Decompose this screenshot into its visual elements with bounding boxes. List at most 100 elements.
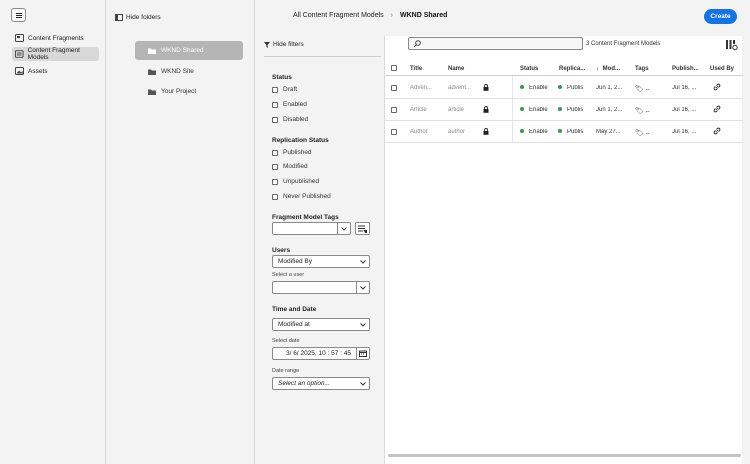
- column-header-name[interactable]: Name: [448, 66, 464, 72]
- table-row[interactable]: Author author Enable Publis May 27... 🏷︎…: [385, 121, 743, 143]
- checkbox-label: Draft: [283, 86, 298, 93]
- folder-panel: Hide folders WKND Shared WKND Site Your …: [107, 0, 255, 464]
- nav-item-content-fragment-models[interactable]: Content Fragment Models: [12, 47, 99, 61]
- status-enabled-checkbox[interactable]: Enabled: [272, 101, 307, 108]
- replication-text: Publis: [567, 107, 584, 113]
- cell-published: Jul 16, ...: [672, 85, 697, 91]
- chevron-down-icon: [356, 256, 369, 267]
- column-header-used-by[interactable]: Used By: [710, 66, 734, 72]
- column-header-title[interactable]: Title: [410, 66, 422, 72]
- cell-tags: 🏷︎ --: [635, 107, 665, 115]
- calendar-icon[interactable]: [356, 348, 369, 359]
- nav-item-label: Content Fragments: [28, 34, 84, 42]
- status-draft-checkbox[interactable]: Draft: [272, 86, 297, 93]
- models-table-area: 3 Content Fragment Models Title Name Sta…: [384, 36, 743, 464]
- cell-modified: Jun 1, 2...: [596, 107, 623, 113]
- chevron-down-icon: [337, 223, 350, 234]
- select-value: Modified By: [278, 258, 312, 265]
- replication-filter-title: Replication Status: [272, 137, 329, 144]
- cell-status: Enable: [520, 107, 548, 113]
- breadcrumb-parent[interactable]: All Content Fragment Models: [293, 12, 384, 19]
- column-settings-icon[interactable]: [725, 39, 738, 51]
- replication-published-checkbox[interactable]: Published: [272, 149, 312, 156]
- checkbox-label: Unpublished: [283, 178, 320, 185]
- menu-toggle-button[interactable]: [11, 8, 26, 22]
- time-modified-at-select[interactable]: Modified at: [272, 318, 370, 331]
- column-header-status[interactable]: Status: [520, 66, 538, 72]
- breadcrumb-separator: ›: [390, 12, 393, 19]
- cell-replication: Publis: [558, 85, 586, 91]
- column-header-tags[interactable]: Tags: [635, 66, 649, 72]
- tags-text: --: [645, 87, 650, 93]
- column-label: Mod...: [602, 66, 621, 72]
- column-header-replication[interactable]: Replica...: [559, 66, 585, 72]
- checkbox-label: Published: [283, 149, 312, 156]
- select-placeholder: Select an option...: [278, 380, 331, 387]
- users-filter-title: Users: [272, 247, 291, 254]
- sort-down-icon: ↓: [596, 66, 599, 72]
- tag-picker-button[interactable]: [355, 222, 370, 235]
- horizontal-scrollbar[interactable]: [388, 454, 741, 457]
- link-icon[interactable]: [713, 83, 721, 91]
- row-checkbox[interactable]: [391, 85, 397, 91]
- checkbox-label: Enabled: [283, 101, 307, 108]
- select-date-label: Select date: [272, 338, 300, 344]
- tags-select[interactable]: [272, 222, 351, 235]
- status-disabled-checkbox[interactable]: Disabled: [272, 116, 308, 123]
- cell-tags: 🏷︎ --: [635, 129, 665, 137]
- hide-filters-button[interactable]: Hide filters: [264, 41, 304, 48]
- nav-item-content-fragments[interactable]: Content Fragments: [12, 31, 99, 45]
- breadcrumb: All Content Fragment Models › WKND Share…: [293, 12, 447, 19]
- assets-icon: [15, 67, 24, 75]
- folder-item-wknd-shared[interactable]: WKND Shared: [135, 41, 243, 60]
- filter-divider: [264, 56, 381, 57]
- folder-icon: [148, 69, 156, 75]
- date-input[interactable]: 3/ 6/ 2025, 10 : 57 : 45: [272, 347, 370, 360]
- cell-replication: Publis: [558, 129, 586, 135]
- checkbox-label: Never Published: [283, 193, 331, 200]
- table-row[interactable]: Article article Enable Publis Jun 1, 2..…: [385, 99, 743, 121]
- cell-title: Adven...: [410, 85, 433, 91]
- users-modified-by-select[interactable]: Modified By: [272, 255, 370, 268]
- table-header: Title Name Status Replica... ↓ Mod... Ta…: [385, 62, 743, 76]
- column-header-published[interactable]: Publish...: [672, 66, 699, 72]
- row-checkbox[interactable]: [391, 129, 397, 135]
- cell-status: Enable: [520, 129, 548, 135]
- tags-filter-title: Fragment Model Tags: [272, 214, 339, 221]
- column-header-modified[interactable]: ↓ Mod...: [596, 66, 620, 72]
- table-row[interactable]: Adven... advent... Enable Publis Jun 1, …: [385, 77, 743, 99]
- breadcrumb-current: WKND Shared: [400, 12, 448, 19]
- folder-item-your-project[interactable]: Your Project: [135, 82, 243, 101]
- left-navigation: Content Fragments Content Fragment Model…: [0, 0, 106, 464]
- tag-list-icon: [358, 225, 367, 233]
- user-select[interactable]: [272, 281, 370, 294]
- replication-modified-checkbox[interactable]: Modified: [272, 163, 308, 170]
- create-button[interactable]: Create: [704, 9, 737, 24]
- folder-item-wknd-site[interactable]: WKND Site: [135, 62, 243, 81]
- folder-icon: [148, 48, 156, 54]
- cell-title: Article: [410, 107, 427, 113]
- tags-text: --: [645, 109, 650, 115]
- link-icon[interactable]: [713, 105, 721, 113]
- tag-icon: 🏷︎: [635, 86, 644, 93]
- cell-name: author: [448, 129, 466, 135]
- hide-folders-button[interactable]: Hide folders: [115, 14, 161, 21]
- date-range-select[interactable]: Select an option...: [272, 377, 370, 390]
- cell-replication: Publis: [558, 107, 586, 113]
- link-icon[interactable]: [713, 127, 721, 135]
- select-all-checkbox[interactable]: [391, 65, 397, 71]
- cell-name: advent...: [448, 85, 472, 91]
- content-fragments-icon: [15, 34, 24, 42]
- tags-text: --: [645, 131, 650, 137]
- nav-item-assets[interactable]: Assets: [12, 64, 99, 78]
- main-content: All Content Fragment Models › WKND Share…: [256, 0, 750, 464]
- search-input[interactable]: [408, 37, 583, 50]
- hide-folders-label: Hide folders: [126, 14, 161, 21]
- tag-icon: 🏷︎: [635, 108, 644, 115]
- replication-never-published-checkbox[interactable]: Never Published: [272, 193, 331, 200]
- row-checkbox[interactable]: [391, 107, 397, 113]
- checkbox-label: Modified: [283, 163, 308, 170]
- cell-modified: May 27...: [596, 129, 621, 135]
- cell-published: Jul 16, ...: [672, 107, 697, 113]
- replication-unpublished-checkbox[interactable]: Unpublished: [272, 178, 319, 185]
